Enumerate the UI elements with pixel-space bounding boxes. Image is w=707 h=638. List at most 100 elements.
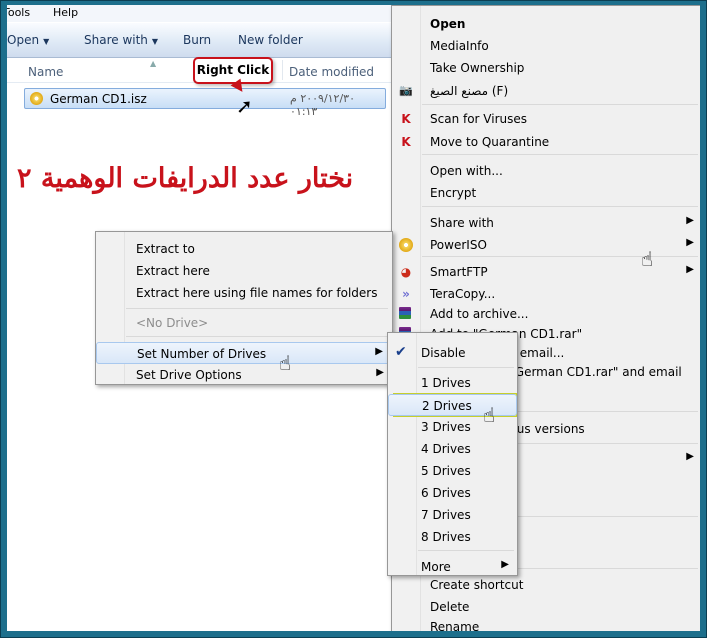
drives-item-1-drives[interactable]: 1 Drives <box>388 372 517 394</box>
context-menu-item-poweriso[interactable]: PowerISO ▶ <box>392 234 700 256</box>
poweriso-item-set-drive-options[interactable]: Set Drive Options ▶ <box>96 364 392 386</box>
context-menu-item-move-to-quarantine[interactable]: K Move to Quarantine <box>392 131 700 153</box>
menu-item-label: Open <box>430 17 466 31</box>
burn-button[interactable]: Burn <box>183 33 211 47</box>
disc-image-icon <box>30 92 43 105</box>
drives-item-8-drives[interactable]: 8 Drives <box>388 526 517 548</box>
menu-item-label: Scan for Viruses <box>430 112 528 126</box>
menu-item-label: Extract here using file names for folder… <box>136 286 378 300</box>
smartftp-icon: ◕ <box>400 265 412 279</box>
poweriso-submenu: Extract to Extract here Extract here using… <box>95 231 393 385</box>
poweriso-icon <box>399 238 413 252</box>
chevron-right-icon: ▶ <box>686 215 694 226</box>
drives-item-7-drives[interactable]: 7 Drives <box>388 504 517 526</box>
menu-item-label: PowerISO <box>430 238 487 252</box>
chevron-right-icon: ▶ <box>686 451 694 462</box>
menu-item-label: Encrypt <box>430 186 477 200</box>
screen-area: Tools Help Open▼ Share with▼ Burn New fo… <box>7 5 700 631</box>
menu-item-label: 5 Drives <box>421 464 471 478</box>
context-menu-item-take-ownership[interactable]: Take Ownership <box>392 57 700 79</box>
context-menu-item-teracopy[interactable]: » TeraCopy... <box>392 283 700 305</box>
menu-item-label: 4 Drives <box>421 442 471 456</box>
menu-separator <box>422 154 698 155</box>
camera-icon: 📷 <box>399 84 413 97</box>
new-folder-button[interactable]: New folder <box>238 33 303 47</box>
winrar-icon <box>399 307 411 319</box>
menu-item-label: Extract here <box>136 264 210 278</box>
menu-item-label: 7 Drives <box>421 508 471 522</box>
arrow-cursor-icon: ➚ <box>236 94 253 118</box>
poweriso-item-extract-here-using-file-names-for-folders[interactable]: Extract here using file names for folder… <box>96 282 392 304</box>
context-menu-item-share-with[interactable]: Share with ▶ <box>392 212 700 234</box>
column-divider[interactable] <box>282 60 283 80</box>
menu-item-label: Rename <box>430 620 480 631</box>
drives-item-5-drives[interactable]: 5 Drives <box>388 460 517 482</box>
context-menu-item-open[interactable]: Open <box>392 13 700 35</box>
drives-item-2-drives[interactable]: 2 Drives <box>388 394 517 416</box>
menu-item-label: Open with... <box>430 164 503 178</box>
menu-item-label: 6 Drives <box>421 486 471 500</box>
right-click-callout: Right Click <box>193 57 273 84</box>
drives-item-3-drives[interactable]: 3 Drives <box>388 416 517 438</box>
menu-item-label: Create shortcut <box>430 578 524 592</box>
hand-cursor-icon: ☝ <box>483 403 496 427</box>
drives-item-disable[interactable]: ✔ Disable <box>388 342 517 364</box>
context-menu-item-scan-for-viruses[interactable]: K Scan for Viruses <box>392 108 700 130</box>
context-menu-item-smartftp[interactable]: ◕ SmartFTP ▶ <box>392 261 700 283</box>
chevron-down-icon: ▼ <box>43 37 50 46</box>
drives-item-more[interactable]: More ▶ <box>388 556 517 578</box>
share-with-button[interactable]: Share with ▼ <box>84 33 158 47</box>
menu-help[interactable]: Help <box>53 6 78 19</box>
menu-item-label: 1 Drives <box>421 376 471 390</box>
window-frame: Tools Help Open▼ Share with▼ Burn New fo… <box>0 0 707 638</box>
menu-item-label: Disable <box>421 346 466 360</box>
explorer-menubar: Tools Help <box>7 5 391 22</box>
drives-item-4-drives[interactable]: 4 Drives <box>388 438 517 460</box>
menu-item-label: <No Drive> <box>136 316 209 330</box>
kaspersky-icon: K <box>401 112 411 126</box>
context-menu-item-rename[interactable]: Rename <box>392 616 700 631</box>
poweriso-item-extract-to[interactable]: Extract to <box>96 238 392 260</box>
poweriso-item-set-number-of-drives[interactable]: Set Number of Drives ▶ <box>96 342 392 364</box>
context-menu-item-f[interactable]: 📷 مصنع الصيغ (F) <box>392 80 700 102</box>
explorer-toolbar: Open ▼ Share with ▼ Burn New folder <box>7 23 391 58</box>
menu-separator <box>418 367 514 368</box>
menu-item-label: Extract to <box>136 242 195 256</box>
context-menu-item-delete[interactable]: Delete <box>392 596 700 618</box>
menu-item-label: Take Ownership <box>430 61 525 75</box>
context-menu-item-add-to-archive[interactable]: Add to archive... <box>392 303 700 325</box>
menu-item-label: Move to Quarantine <box>430 135 550 149</box>
drives-item-6-drives[interactable]: 6 Drives <box>388 482 517 504</box>
menu-item-label: 8 Drives <box>421 530 471 544</box>
menu-item-label: Delete <box>430 600 470 614</box>
file-name: German CD1.isz <box>50 92 147 106</box>
open-button[interactable]: Open ▼ <box>7 33 49 47</box>
menu-item-label: SmartFTP <box>430 265 488 279</box>
context-menu-item-encrypt[interactable]: Encrypt <box>392 182 700 204</box>
chevron-right-icon: ▶ <box>686 237 694 248</box>
column-name[interactable]: Name <box>28 65 63 79</box>
menu-separator <box>418 550 514 551</box>
file-row-selected[interactable]: German CD1.isz ٢٠٠٩/١٢/٣٠ م ٠١:١٣ <box>24 88 386 118</box>
chevron-right-icon: ▶ <box>501 559 509 570</box>
menu-separator <box>126 336 388 337</box>
menu-separator <box>422 206 698 207</box>
menu-item-label: Set Number of Drives <box>137 347 267 361</box>
menu-tools[interactable]: Tools <box>7 6 30 19</box>
chevron-right-icon: ▶ <box>376 367 384 378</box>
number-of-drives-submenu: ✔ Disable 1 Drives 2 Drives 3 Drives 4 Drives… <box>387 332 518 576</box>
poweriso-item-extract-here[interactable]: Extract here <box>96 260 392 282</box>
menu-item-label: TeraCopy... <box>430 287 496 301</box>
checkmark-icon: ✔ <box>395 344 407 360</box>
chevron-right-icon: ▶ <box>375 346 383 357</box>
menu-item-label: مصنع الصيغ (F) <box>430 84 509 98</box>
context-menu-item-mediainfo[interactable]: MediaInfo <box>392 35 700 57</box>
kaspersky-icon: K <box>401 135 411 149</box>
menu-separator <box>422 256 698 257</box>
context-menu-item-open-with[interactable]: Open with... <box>392 160 700 182</box>
poweriso-item-no-drive: <No Drive> <box>96 312 392 334</box>
chevron-right-icon: ▶ <box>686 264 694 275</box>
menu-item-label: 3 Drives <box>421 420 471 434</box>
column-date-modified[interactable]: Date modified <box>289 65 374 79</box>
hand-cursor-icon: ☝ <box>641 247 654 271</box>
